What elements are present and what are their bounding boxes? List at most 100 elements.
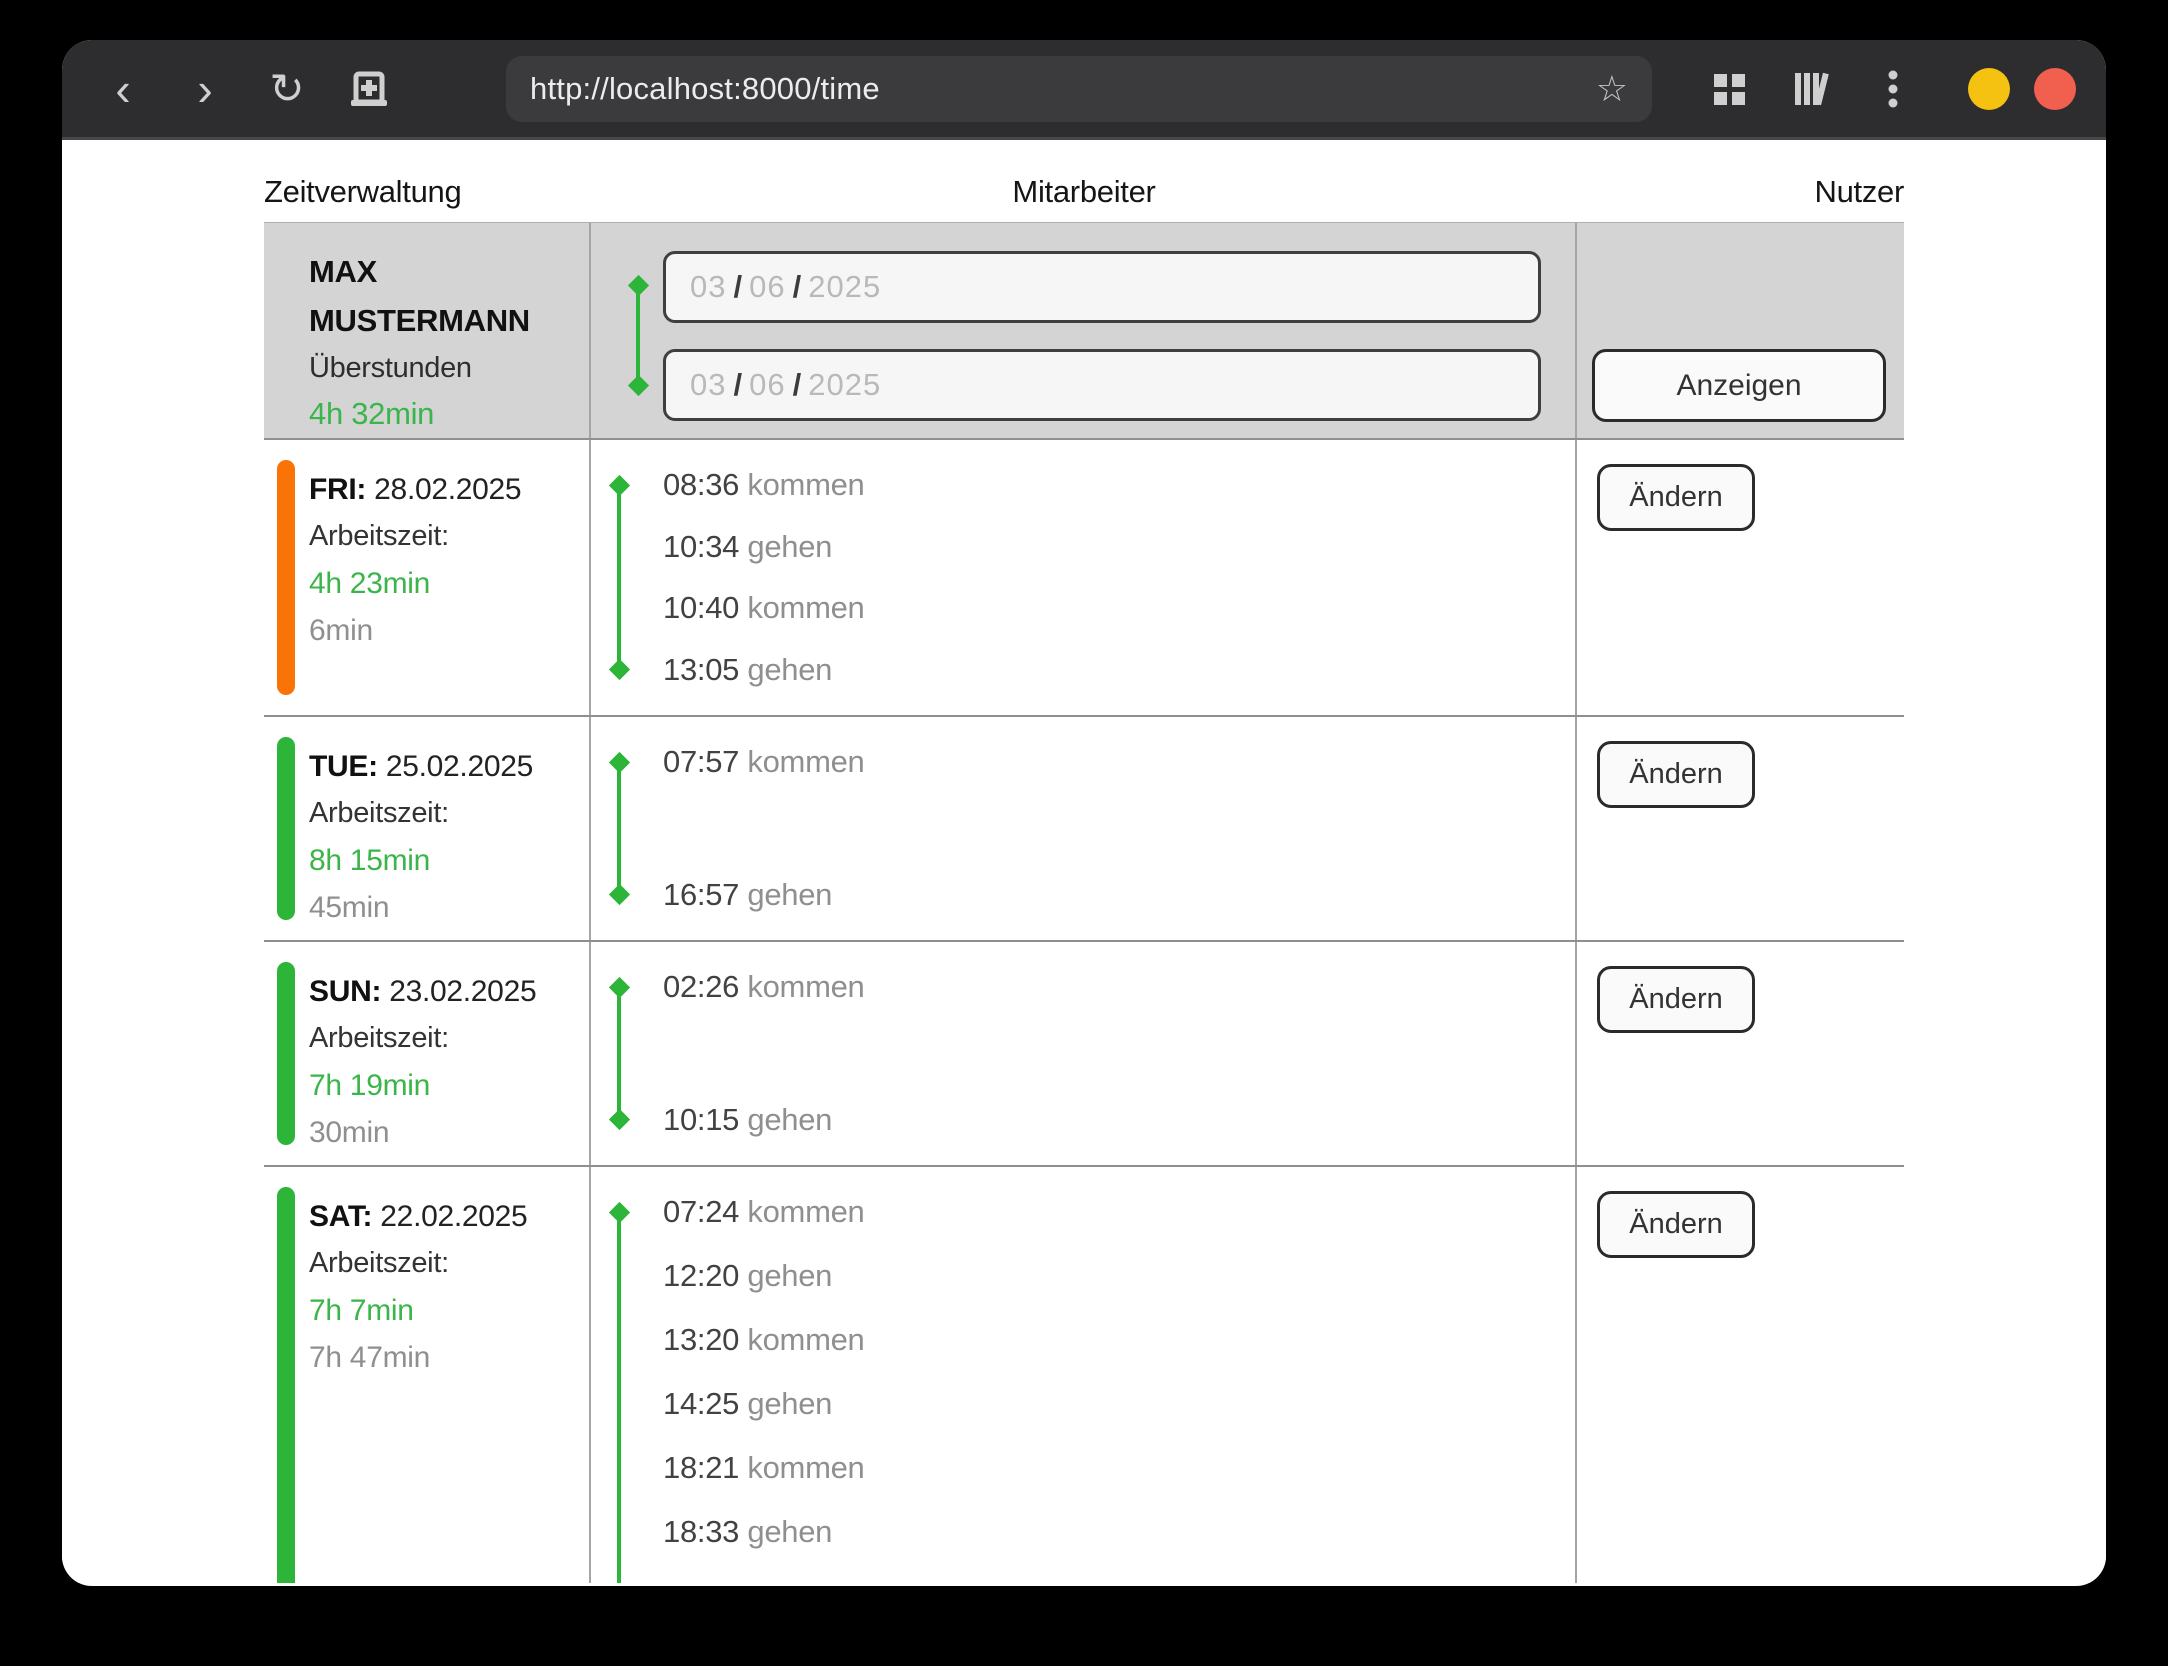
app-nav: Zeitverwaltung Mitarbeiter Nutzer [264, 140, 1904, 222]
work-label: Arbeitszeit: [309, 513, 589, 560]
library-button[interactable] [1780, 57, 1842, 121]
employee-name-line1: MAX [309, 247, 589, 296]
pause-value: 6min [309, 607, 589, 654]
time-value: 13:05 [663, 652, 739, 687]
time-entry: 07:24 kommen [663, 1192, 1575, 1232]
times-timeline [617, 1212, 621, 1583]
url-bar[interactable]: http://localhost:8000/time ☆ [506, 56, 1652, 122]
work-value: 7h 7min [309, 1287, 589, 1334]
pause-value: 30min [309, 1109, 589, 1156]
browser-window: ‹ › ↻ http://localhost:8000/time ☆ [62, 40, 2106, 1586]
forward-button[interactable]: › [174, 57, 236, 121]
time-entry: 08:36 kommen [663, 465, 1575, 505]
time-entry: 18:21 kommen [663, 1448, 1575, 1488]
time-list: 08:36 kommen 10:34 gehen 10:40 kommen 13… [591, 440, 1575, 715]
time-value: 21:04 [663, 1578, 739, 1583]
time-value: 16:57 [663, 877, 739, 912]
time-kind: gehen [747, 877, 832, 912]
date-from-input[interactable]: 03/06/2025 [663, 251, 1541, 323]
work-value: 4h 23min [309, 560, 589, 607]
date-from-month: 06 [749, 269, 785, 305]
date-range-timeline [636, 285, 640, 386]
time-kind: kommen [747, 467, 864, 502]
time-entry: 10:40 kommen [663, 588, 1575, 628]
time-value: 07:57 [663, 744, 739, 779]
pause-value: 7h 47min [309, 1334, 589, 1381]
time-entry: 21:04 kommen [663, 1576, 1575, 1583]
time-value: 18:33 [663, 1514, 739, 1549]
time-value: 10:15 [663, 1102, 739, 1137]
time-kind: gehen [747, 652, 832, 687]
reload-button[interactable]: ↻ [256, 57, 318, 121]
bookmark-star-icon[interactable]: ☆ [1596, 71, 1628, 107]
back-icon: ‹ [115, 66, 130, 112]
menu-button[interactable] [1862, 57, 1924, 121]
work-value: 7h 19min [309, 1062, 589, 1109]
time-kind: kommen [747, 590, 864, 625]
aendern-button[interactable]: Ändern [1597, 741, 1755, 808]
time-value: 18:21 [663, 1450, 739, 1485]
time-kind: kommen [747, 1450, 864, 1485]
back-button[interactable]: ‹ [92, 57, 154, 121]
date-from-year: 2025 [808, 269, 881, 305]
date-to-input[interactable]: 03/06/2025 [663, 349, 1541, 421]
time-value: 07:24 [663, 1194, 739, 1229]
times-timeline [617, 485, 621, 670]
aendern-button[interactable]: Ändern [1597, 464, 1755, 531]
time-kind: gehen [747, 529, 832, 564]
day-label: SUN: [309, 975, 381, 1008]
kebab-menu-icon [1872, 66, 1914, 112]
time-kind: kommen [747, 969, 864, 1004]
time-kind: kommen [747, 1194, 864, 1229]
time-value: 08:36 [663, 467, 739, 502]
nav-mitarbeiter[interactable]: Mitarbeiter [1012, 174, 1155, 210]
day-row: SUN: 23.02.2025 Arbeitszeit: 7h 19min 30… [264, 940, 1904, 1165]
day-date: 28.02.2025 [374, 473, 521, 506]
times-timeline [617, 987, 621, 1120]
employee-name-line2: MUSTERMANN [309, 296, 589, 345]
pause-value: 45min [309, 884, 589, 931]
aendern-button[interactable]: Ändern [1597, 966, 1755, 1033]
work-value: 8h 15min [309, 837, 589, 884]
date-from-day: 03 [690, 269, 726, 305]
time-list: 02:26 kommen 10:15 gehen [591, 942, 1575, 1165]
overtime-label: Überstunden [309, 345, 589, 391]
times-timeline [617, 762, 621, 895]
date-to-year: 2025 [808, 367, 881, 403]
minimize-window-control[interactable] [1968, 68, 2010, 110]
day-row: SAT: 22.02.2025 Arbeitszeit: 7h 7min 7h … [264, 1165, 1904, 1583]
day-rows: FRI: 28.02.2025 Arbeitszeit: 4h 23min 6m… [264, 438, 1904, 1583]
date-to-month: 06 [749, 367, 785, 403]
time-entry: 18:33 gehen [663, 1512, 1575, 1552]
time-value: 02:26 [663, 969, 739, 1004]
browser-toolbar: ‹ › ↻ http://localhost:8000/time ☆ [62, 40, 2106, 140]
day-status-bar [277, 460, 295, 695]
forward-icon: › [197, 66, 212, 112]
page-content: Zeitverwaltung Mitarbeiter Nutzer MAX MU… [62, 140, 2106, 1583]
close-window-control[interactable] [2034, 68, 2076, 110]
new-tab-button[interactable] [338, 57, 400, 121]
day-label: FRI: [309, 473, 366, 506]
time-entry: 13:20 kommen [663, 1320, 1575, 1360]
day-date: 22.02.2025 [380, 1200, 527, 1233]
time-entry: 10:34 gehen [663, 527, 1575, 567]
time-entry: 12:20 gehen [663, 1256, 1575, 1296]
nav-nutzer[interactable]: Nutzer [1814, 174, 1904, 210]
day-status-bar [277, 1187, 295, 1583]
day-date: 25.02.2025 [386, 750, 533, 783]
anzeigen-button[interactable]: Anzeigen [1592, 349, 1886, 422]
time-kind: gehen [747, 1386, 832, 1421]
time-list: 07:57 kommen 16:57 gehen [591, 717, 1575, 940]
nav-zeitverwaltung[interactable]: Zeitverwaltung [264, 174, 461, 210]
time-entry: 07:57 kommen [663, 742, 1575, 782]
time-kind: gehen [747, 1514, 832, 1549]
time-kind: kommen [747, 1578, 864, 1583]
day-row: TUE: 25.02.2025 Arbeitszeit: 8h 15min 45… [264, 715, 1904, 940]
work-label: Arbeitszeit: [309, 790, 589, 837]
tab-overview-button[interactable] [1698, 57, 1760, 121]
time-kind: kommen [747, 744, 864, 779]
aendern-button[interactable]: Ändern [1597, 1191, 1755, 1258]
day-status-bar [277, 737, 295, 920]
time-entry: 02:26 kommen [663, 967, 1575, 1007]
time-list: 07:24 kommen 12:20 gehen 13:20 kommen 14… [591, 1167, 1575, 1583]
